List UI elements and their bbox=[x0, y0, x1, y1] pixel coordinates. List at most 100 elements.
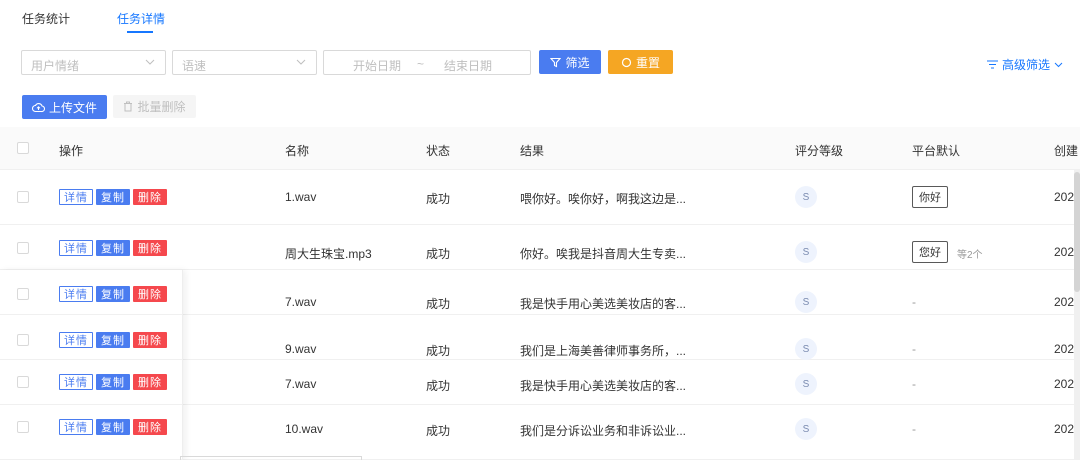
platform-empty: - bbox=[912, 377, 916, 391]
grade-badge: S bbox=[795, 338, 817, 360]
copy-button[interactable]: 复制 bbox=[96, 286, 130, 302]
copy-button[interactable]: 复制 bbox=[96, 240, 130, 256]
chevron-down-icon bbox=[296, 59, 306, 65]
row-actions: 详情 复制 删除 bbox=[59, 286, 167, 302]
copy-button[interactable]: 复制 bbox=[96, 374, 130, 390]
cell-name: 10.wav bbox=[285, 422, 324, 436]
header-platform-default: 平台默认 bbox=[912, 144, 961, 158]
table-header: 操作 名称 状态 结果 评分等级 平台默认 创建 bbox=[0, 127, 1080, 170]
cell-status: 成功 bbox=[426, 424, 451, 438]
filter-lines-icon bbox=[986, 60, 998, 69]
row-actions: 详情 复制 删除 bbox=[59, 240, 167, 256]
table-row: 详情 复制 删除 1.wav 成功 喂你好。唉你好，啊我这边是... S 你好 … bbox=[0, 170, 1080, 225]
platform-empty: - bbox=[912, 422, 916, 436]
speed-select[interactable]: 语速 bbox=[172, 50, 317, 75]
detail-button[interactable]: 详情 bbox=[59, 189, 93, 205]
chevron-down-icon bbox=[145, 59, 155, 65]
select-all-checkbox[interactable] bbox=[17, 142, 29, 154]
emotion-select-placeholder: 用户情绪 bbox=[31, 59, 80, 73]
delete-button[interactable]: 删除 bbox=[133, 332, 167, 348]
row-checkbox[interactable] bbox=[17, 334, 29, 346]
upload-file-label: 上传文件 bbox=[48, 100, 97, 115]
filter-bar: 用户情绪 语速 开始日期 ~ 结束日期 筛选 重置 高级筛选 bbox=[0, 50, 1080, 76]
cell-result: 我们是分诉讼业务和非诉讼业... bbox=[520, 424, 687, 438]
delete-button[interactable]: 删除 bbox=[133, 286, 167, 302]
header-result: 结果 bbox=[520, 144, 545, 158]
delete-button[interactable]: 删除 bbox=[133, 374, 167, 390]
reset-button-label: 重置 bbox=[635, 55, 660, 70]
cell-result: 我是快手用心美选美妆店的客... bbox=[520, 297, 687, 311]
detail-button[interactable]: 详情 bbox=[59, 332, 93, 348]
header-ops: 操作 bbox=[59, 144, 84, 158]
header-grade: 评分等级 bbox=[795, 144, 844, 158]
grade-badge: S bbox=[795, 241, 817, 263]
table-row: 详情 复制 删除 7.wav 成功 我是快手用心美选美妆店的客... S - 2… bbox=[0, 360, 1080, 405]
active-tab-indicator bbox=[127, 31, 153, 33]
grade-badge: S bbox=[795, 418, 817, 440]
row-actions: 详情 复制 删除 bbox=[59, 374, 167, 390]
platform-keyword-tag: 你好 bbox=[912, 186, 948, 208]
row-checkbox[interactable] bbox=[17, 288, 29, 300]
copy-button[interactable]: 复制 bbox=[96, 189, 130, 205]
upload-file-button[interactable]: 上传文件 bbox=[22, 95, 107, 119]
detail-button[interactable]: 详情 bbox=[59, 240, 93, 256]
platform-more-count[interactable]: 等2个 bbox=[957, 246, 983, 261]
funnel-icon bbox=[550, 57, 562, 67]
cell-result: 喂你好。唉你好，啊我这边是... bbox=[520, 192, 687, 206]
row-actions: 详情 复制 删除 bbox=[59, 189, 167, 205]
cell-status: 成功 bbox=[426, 379, 451, 393]
chevron-down-icon bbox=[1054, 62, 1063, 67]
cell-name: 1.wav bbox=[285, 190, 317, 204]
delete-button[interactable]: 删除 bbox=[133, 419, 167, 435]
header-status: 状态 bbox=[426, 144, 451, 158]
cell-name: 9.wav bbox=[285, 342, 317, 356]
detail-button[interactable]: 详情 bbox=[59, 374, 93, 390]
filter-button[interactable]: 筛选 bbox=[539, 50, 601, 74]
table-row: 详情 复制 删除 10.wav 成功 我们是分诉讼业务和非诉讼业... S - … bbox=[0, 405, 1080, 460]
speed-select-placeholder: 语速 bbox=[182, 59, 207, 73]
table-row: 详情 复制 删除 周大生珠宝.mp3 成功 你好。唉我是抖音周大生专卖... S… bbox=[0, 225, 1080, 270]
advanced-filter-label: 高级筛选 bbox=[1001, 58, 1050, 72]
date-end-input[interactable]: 结束日期 bbox=[444, 57, 492, 74]
header-created: 创建 bbox=[1054, 144, 1079, 158]
cell-status: 成功 bbox=[426, 247, 451, 261]
copy-button[interactable]: 复制 bbox=[96, 332, 130, 348]
pagination-select[interactable] bbox=[180, 456, 362, 460]
grade-badge: S bbox=[795, 186, 817, 208]
date-range-separator: ~ bbox=[417, 57, 425, 71]
advanced-filter-toggle[interactable]: 高级筛选 bbox=[986, 56, 1063, 73]
cell-name: 7.wav bbox=[285, 377, 317, 391]
row-checkbox[interactable] bbox=[17, 376, 29, 388]
grade-badge: S bbox=[795, 373, 817, 395]
delete-button[interactable]: 删除 bbox=[133, 240, 167, 256]
refresh-icon bbox=[621, 57, 632, 67]
row-checkbox[interactable] bbox=[17, 242, 29, 254]
copy-button[interactable]: 复制 bbox=[96, 419, 130, 435]
cell-name: 周大生珠宝.mp3 bbox=[285, 247, 372, 261]
row-checkbox[interactable] bbox=[17, 421, 29, 433]
table-row: 详情 复制 删除 7.wav 成功 我是快手用心美选美妆店的客... S - 2… bbox=[0, 270, 1080, 315]
tab-task-statistics[interactable]: 任务统计 bbox=[22, 10, 70, 27]
emotion-select[interactable]: 用户情绪 bbox=[21, 50, 166, 75]
delete-button[interactable]: 删除 bbox=[133, 189, 167, 205]
cell-result: 我们是上海美善律师事务所，... bbox=[520, 344, 687, 358]
action-toolbar: 上传文件 批量删除 bbox=[0, 95, 1080, 119]
row-checkbox[interactable] bbox=[17, 191, 29, 203]
date-start-input[interactable]: 开始日期 bbox=[353, 57, 401, 74]
date-range-picker[interactable]: 开始日期 ~ 结束日期 bbox=[323, 50, 531, 75]
cell-status: 成功 bbox=[426, 297, 451, 311]
filter-button-label: 筛选 bbox=[565, 55, 590, 70]
cell-status: 成功 bbox=[426, 344, 451, 358]
detail-button[interactable]: 详情 bbox=[59, 419, 93, 435]
platform-keyword-tag: 您好 bbox=[912, 241, 948, 263]
trash-icon bbox=[124, 101, 133, 112]
platform-empty: - bbox=[912, 342, 916, 356]
cell-name: 7.wav bbox=[285, 295, 317, 309]
tab-task-details[interactable]: 任务详情 bbox=[117, 10, 165, 27]
reset-button[interactable]: 重置 bbox=[608, 50, 673, 74]
table-row: 详情 复制 删除 9.wav 成功 我们是上海美善律师事务所，... S - 2… bbox=[0, 315, 1080, 360]
row-actions: 详情 复制 删除 bbox=[59, 419, 167, 435]
scrollbar-thumb[interactable] bbox=[1074, 172, 1080, 292]
detail-button[interactable]: 详情 bbox=[59, 286, 93, 302]
batch-delete-button[interactable]: 批量删除 bbox=[113, 95, 196, 118]
